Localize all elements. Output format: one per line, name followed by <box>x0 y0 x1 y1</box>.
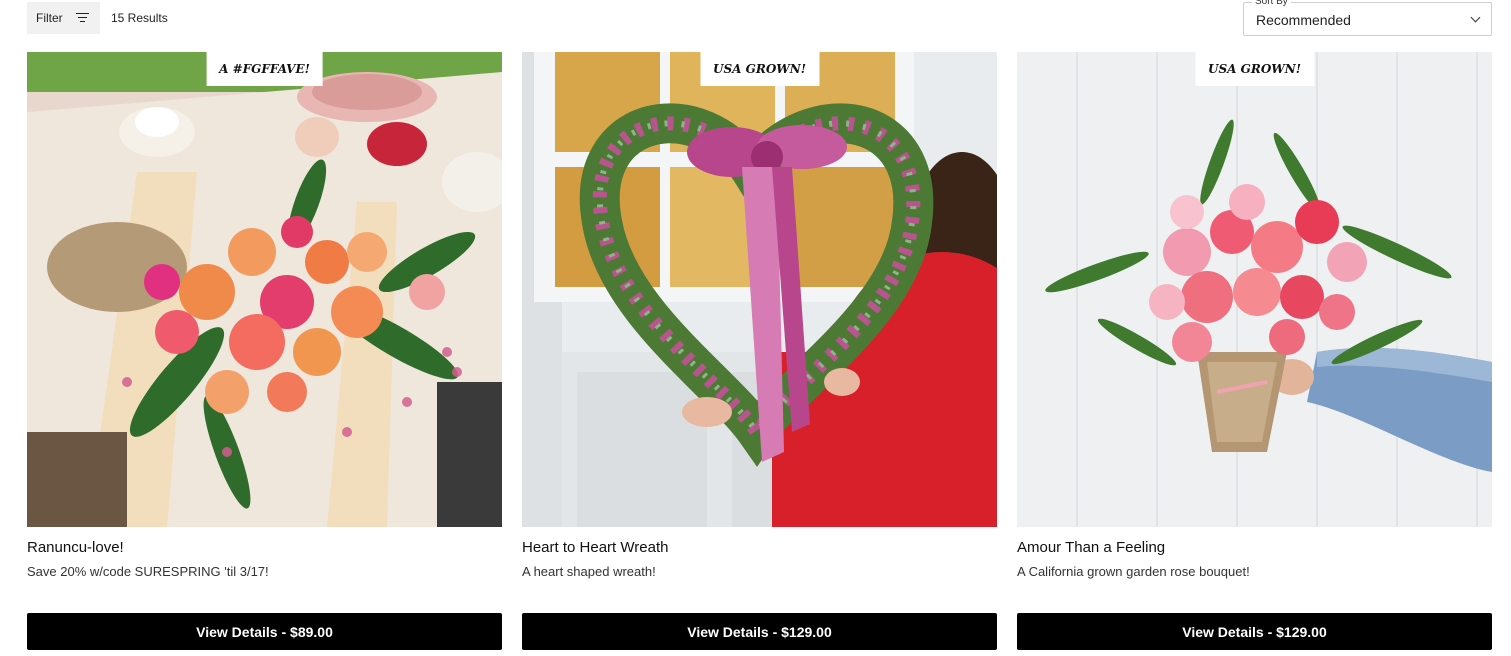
product-card: A #FGFFAVE! Ranuncu-love! Save 20% w/cod… <box>27 52 502 650</box>
sort-label: Sort By <box>1252 0 1291 8</box>
ranunculus-bouquet-image <box>27 52 502 527</box>
filter-label: Filter <box>36 11 63 25</box>
view-details-button[interactable]: View Details - $89.00 <box>27 613 502 650</box>
product-description: A California grown garden rose bouquet! <box>1017 564 1250 579</box>
results-count: 15 Results <box>111 11 168 25</box>
sort-select[interactable]: Sort By Recommended <box>1243 0 1492 36</box>
heart-wreath-image <box>522 52 997 527</box>
view-details-button[interactable]: View Details - $129.00 <box>1017 613 1492 650</box>
product-card: USA GROWN! Amour Than a Feeling A Califo… <box>1017 52 1492 650</box>
filter-button[interactable]: Filter <box>27 2 100 34</box>
view-details-button[interactable]: View Details - $129.00 <box>522 613 997 650</box>
product-image[interactable]: A #FGFFAVE! <box>27 52 502 527</box>
product-title[interactable]: Amour Than a Feeling <box>1017 539 1492 557</box>
sort-value: Recommended <box>1256 12 1351 28</box>
chevron-down-icon <box>1470 12 1481 23</box>
product-description: A heart shaped wreath! <box>522 564 656 579</box>
product-badge: USA GROWN! <box>1194 52 1315 86</box>
product-description: Save 20% w/code SURESPRING 'til 3/17! <box>27 564 269 579</box>
toolbar: Filter 15 Results Sort By Recommended <box>27 0 1492 36</box>
product-title[interactable]: Ranuncu-love! <box>27 539 502 557</box>
product-title[interactable]: Heart to Heart Wreath <box>522 539 997 557</box>
product-image[interactable]: USA GROWN! <box>1017 52 1492 527</box>
product-badge: USA GROWN! <box>699 52 820 86</box>
product-image[interactable]: USA GROWN! <box>522 52 997 527</box>
filter-icon <box>76 12 89 23</box>
product-card: USA GROWN! Heart to Heart Wreath A heart… <box>522 52 997 650</box>
garden-rose-bouquet-image <box>1017 52 1492 527</box>
product-badge: A #FGFFAVE! <box>206 52 323 86</box>
